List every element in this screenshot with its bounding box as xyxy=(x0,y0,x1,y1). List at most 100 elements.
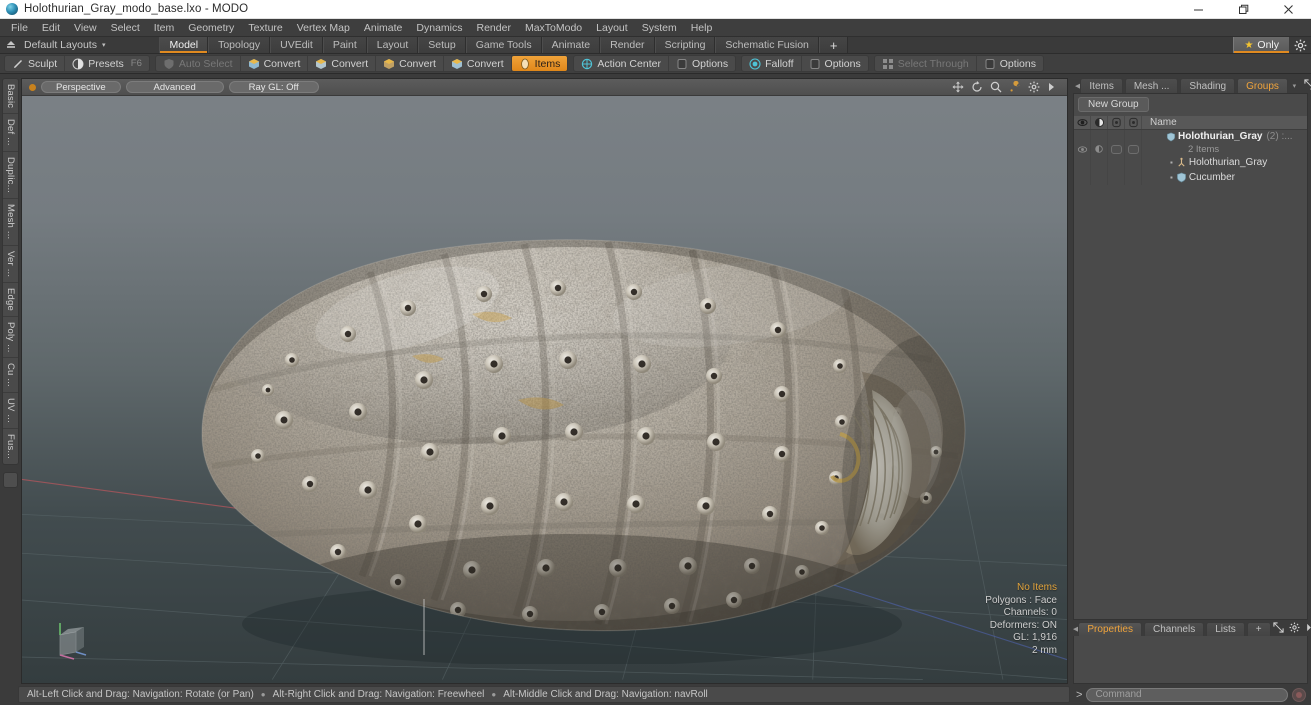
tab-groups[interactable]: Groups xyxy=(1237,78,1288,93)
shading-cell-1[interactable] xyxy=(1091,143,1108,155)
tab-uvedit[interactable]: UVEdit xyxy=(270,37,323,53)
menu-item-item[interactable]: Item xyxy=(147,20,181,36)
menu-item-dynamics[interactable]: Dynamics xyxy=(409,20,469,36)
left-tab-fusion[interactable]: Fus... xyxy=(3,429,18,464)
deform-cell-1[interactable] xyxy=(1125,143,1142,155)
menu-item-edit[interactable]: Edit xyxy=(35,20,67,36)
left-tab-basic[interactable]: Basic xyxy=(3,79,18,115)
visibility-cell-1[interactable] xyxy=(1074,143,1091,155)
tab-animate[interactable]: Animate xyxy=(541,37,601,53)
action-center-button[interactable]: Action Center xyxy=(574,56,669,71)
falloff-button[interactable]: Falloff xyxy=(742,56,802,71)
play-arrow-icon[interactable] xyxy=(1047,81,1059,93)
falloff-options-button[interactable]: Options xyxy=(802,56,868,71)
minimize-button[interactable] xyxy=(1176,0,1221,19)
tab-game-tools[interactable]: Game Tools xyxy=(465,37,542,53)
left-tab-vertex[interactable]: Ver ... xyxy=(3,246,18,283)
menu-item-layout[interactable]: Layout xyxy=(589,20,635,36)
viewport-shading-mode[interactable]: Advanced xyxy=(125,81,224,93)
viewport-raygl-toggle[interactable]: Ray GL: Off xyxy=(228,81,319,93)
gear-icon[interactable] xyxy=(1289,622,1300,636)
tab-channels[interactable]: Channels xyxy=(1143,622,1205,636)
tab-setup[interactable]: Setup xyxy=(418,37,466,53)
sculpt-button[interactable]: Sculpt xyxy=(5,56,66,71)
menu-item-view[interactable]: View xyxy=(67,20,104,36)
tree-row-child-cucumber[interactable]: ▪ Cucumber xyxy=(1074,170,1307,185)
expand-icon[interactable] xyxy=(1304,78,1311,93)
chevron-down-icon[interactable]: ▾ xyxy=(1290,82,1299,90)
shading-cell-2[interactable] xyxy=(1091,155,1108,170)
left-tab-edge[interactable]: Edge xyxy=(3,283,18,317)
left-tab-duplicate[interactable]: Duplic... xyxy=(3,152,18,200)
eye-icon[interactable] xyxy=(1074,116,1091,129)
select-through-options-button[interactable]: Options xyxy=(977,56,1043,71)
maximize-restore-button[interactable] xyxy=(1221,0,1266,19)
select-through-button[interactable]: Select Through xyxy=(875,56,977,71)
menu-item-vertex-map[interactable]: Vertex Map xyxy=(290,20,357,36)
auto-select-button[interactable]: Auto Select xyxy=(156,56,241,71)
left-tab-mesh[interactable]: Mesh ... xyxy=(3,199,18,246)
render-toggle-pill[interactable] xyxy=(1110,144,1122,154)
tree-row-group[interactable]: Holothurian_Gray (2) :... xyxy=(1074,130,1307,143)
tab-lists[interactable]: Lists xyxy=(1206,622,1245,636)
render-cell-1[interactable] xyxy=(1108,143,1125,155)
axis-gizmo[interactable] xyxy=(52,619,92,661)
only-button[interactable]: ★ Only xyxy=(1233,37,1289,53)
record-icon[interactable] xyxy=(1292,687,1306,702)
zoom-icon[interactable] xyxy=(990,81,1002,93)
gear-icon[interactable] xyxy=(1028,81,1040,93)
tab-schematic-fusion[interactable]: Schematic Fusion xyxy=(715,37,819,53)
tab-topology[interactable]: Topology xyxy=(208,37,271,53)
left-tab-uv[interactable]: UV ... xyxy=(3,393,18,430)
menu-item-file[interactable]: File xyxy=(4,20,35,36)
render-cell-2[interactable] xyxy=(1108,155,1125,170)
menu-item-select[interactable]: Select xyxy=(104,20,147,36)
tab-mesh[interactable]: Mesh ... xyxy=(1124,78,1179,93)
render-cell-3[interactable] xyxy=(1108,170,1125,185)
tab-render[interactable]: Render xyxy=(600,37,655,53)
shading-cell-3[interactable] xyxy=(1091,170,1108,185)
sea-cucumber-3d-model[interactable] xyxy=(172,184,1002,664)
row-shading-toggle[interactable] xyxy=(1091,130,1108,143)
menu-item-help[interactable]: Help xyxy=(684,20,720,36)
tab-scripting[interactable]: Scripting xyxy=(654,37,716,53)
deform-toggle-pill[interactable] xyxy=(1127,144,1139,154)
expand-icon[interactable] xyxy=(1273,622,1284,636)
row-visibility-toggle[interactable] xyxy=(1074,130,1091,143)
gear-icon[interactable] xyxy=(1289,37,1311,53)
command-input[interactable] xyxy=(1086,687,1288,702)
convert-edge-button[interactable]: Convert xyxy=(308,56,377,71)
tab-model[interactable]: Model xyxy=(159,37,209,53)
right-arrow-icon[interactable] xyxy=(1305,622,1311,636)
action-center-options-button[interactable]: Options xyxy=(669,56,735,71)
menu-item-system[interactable]: System xyxy=(635,20,684,36)
row-deform-toggle[interactable] xyxy=(1125,130,1142,143)
deform-toggle-icon[interactable] xyxy=(1125,116,1142,129)
add-tab-button[interactable]: + xyxy=(818,37,849,53)
visibility-cell-3[interactable] xyxy=(1074,170,1091,185)
deform-cell-2[interactable] xyxy=(1125,155,1142,170)
visibility-cell-2[interactable] xyxy=(1074,155,1091,170)
left-strip-extra-button[interactable] xyxy=(3,472,18,489)
3d-viewport[interactable]: Perspective Advanced Ray GL: Off No Item… xyxy=(21,78,1068,684)
close-button[interactable] xyxy=(1266,0,1311,19)
convert-polygon-button[interactable]: Convert xyxy=(376,56,444,71)
items-mode-button[interactable]: Items xyxy=(511,56,568,71)
left-tab-polygon[interactable]: Poly ... xyxy=(3,317,18,359)
rotate-icon[interactable] xyxy=(971,81,983,93)
wrench-icon[interactable] xyxy=(1009,80,1021,93)
tab-items[interactable]: Items xyxy=(1080,78,1123,93)
viewport-view-mode[interactable]: Perspective xyxy=(41,81,121,93)
tab-shading[interactable]: Shading xyxy=(1180,78,1236,93)
menu-item-animate[interactable]: Animate xyxy=(357,20,410,36)
convert-material-button[interactable]: Convert xyxy=(444,56,512,71)
render-toggle-icon[interactable] xyxy=(1108,116,1125,129)
menu-item-texture[interactable]: Texture xyxy=(241,20,289,36)
menu-item-geometry[interactable]: Geometry xyxy=(181,20,241,36)
tab-properties[interactable]: Properties xyxy=(1078,622,1142,636)
bottom-add-tab-button[interactable]: + xyxy=(1246,622,1271,636)
row-render-toggle[interactable] xyxy=(1108,130,1125,143)
menu-item-maxtomodo[interactable]: MaxToModo xyxy=(518,20,589,36)
layout-home-icon[interactable] xyxy=(0,37,22,53)
properties-panel-content[interactable] xyxy=(1073,636,1308,684)
